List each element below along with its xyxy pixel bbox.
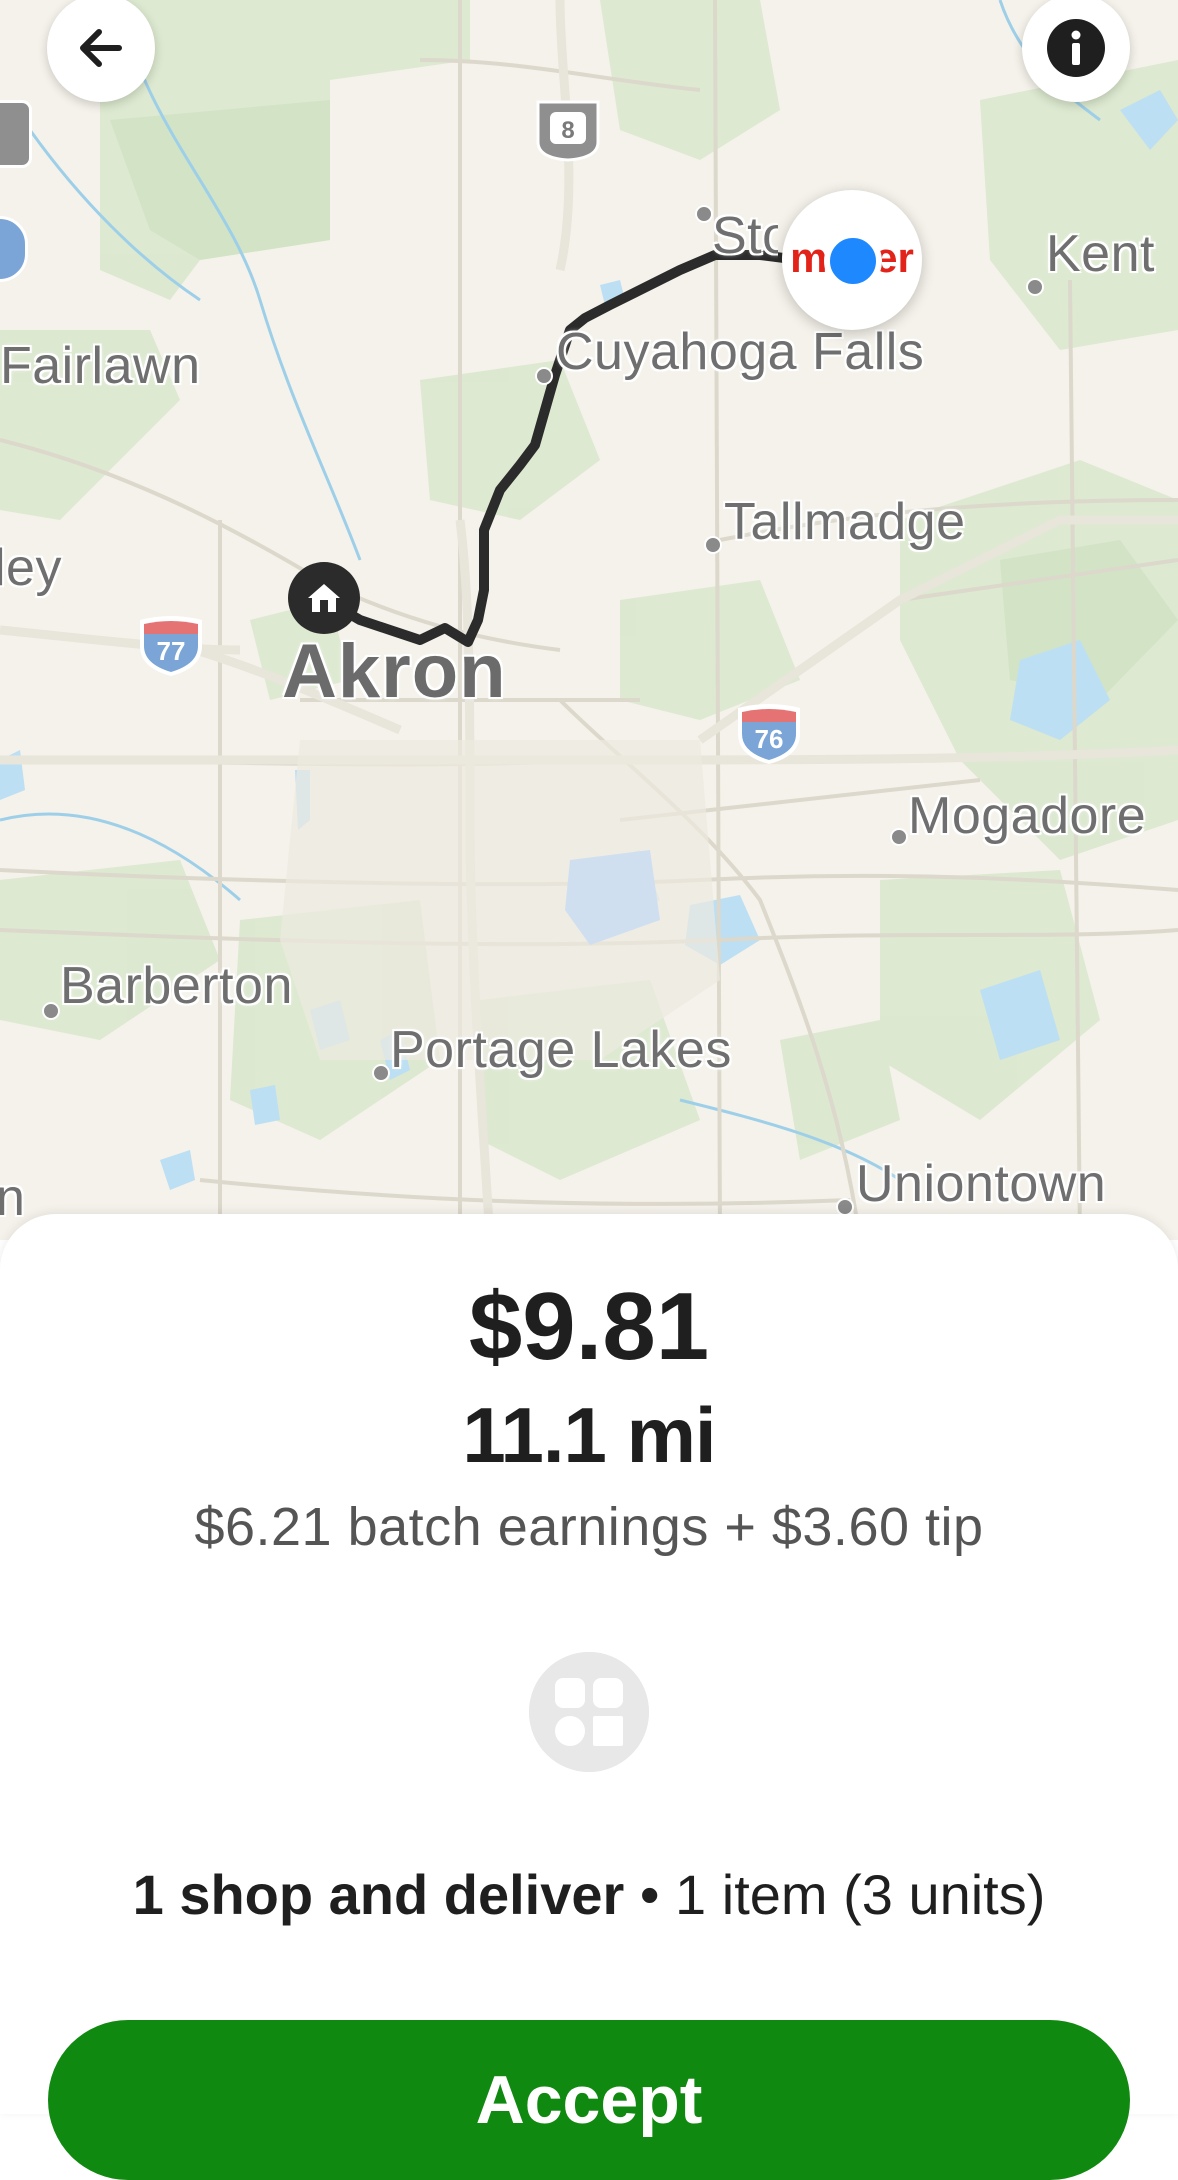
batch-summary: 1 shop and deliver • 1 item (3 units) [0, 1862, 1178, 1927]
current-location-dot [824, 232, 882, 290]
partial-route-shield [0, 100, 32, 168]
city-label-tallmadge: Tallmadge [724, 493, 966, 551]
city-label-mogadore: Mogadore [908, 787, 1147, 845]
home-icon [308, 584, 340, 612]
map-view[interactable]: Fairlawn Stow Kent Cuyahoga Falls Tallma… [0, 0, 1178, 1240]
city-label-stow: Stow [712, 207, 778, 265]
city-label-cuyahoga-falls: Cuyahoga Falls [556, 323, 925, 381]
city-label-kent: Kent [1046, 225, 1155, 283]
arrow-left-icon [80, 29, 122, 67]
city-dot [890, 828, 908, 846]
city-label-partial-ley: ley [0, 539, 62, 597]
home-pin [288, 562, 360, 634]
accept-button[interactable]: Accept [48, 2020, 1130, 2180]
interstate-shield: 77 [136, 612, 202, 676]
city-dot [695, 205, 713, 223]
city-dot [1026, 278, 1044, 296]
state-route-shield: 8 [534, 98, 602, 162]
offer-sheet: $9.81 11.1 mi $6.21 batch earnings + $3.… [0, 1214, 1178, 2180]
city-dot [42, 1002, 60, 1020]
grid-icon [529, 1652, 649, 1772]
city-label-fairlawn: Fairlawn [0, 337, 201, 395]
shield-label: 76 [755, 724, 784, 754]
city-dot [372, 1064, 390, 1082]
store-pin[interactable]: meijer [782, 190, 922, 330]
interstate-shield: 76 [734, 700, 800, 764]
city-label-barberton: Barberton [60, 957, 293, 1015]
city-dot [704, 536, 722, 554]
city-label-partial-n: n [0, 1169, 26, 1227]
shield-label: 8 [561, 117, 574, 144]
batch-type: 1 shop and deliver [132, 1863, 625, 1926]
city-label-portage-lakes: Portage Lakes [390, 1021, 732, 1079]
offer-distance: 11.1 mi [462, 1391, 716, 1479]
item-count: 1 item (3 units) [675, 1863, 1046, 1926]
city-label-akron: Akron [282, 629, 507, 714]
city-label-uniontown: Uniontown [856, 1155, 1107, 1213]
shield-label: 77 [157, 636, 186, 666]
city-dot [535, 367, 553, 385]
summary-separator: • [624, 1863, 676, 1926]
info-icon [1047, 19, 1105, 77]
earnings-breakdown: $6.21 batch earnings + $3.60 tip [194, 1497, 984, 1557]
offer-amount: $9.81 [468, 1273, 710, 1380]
